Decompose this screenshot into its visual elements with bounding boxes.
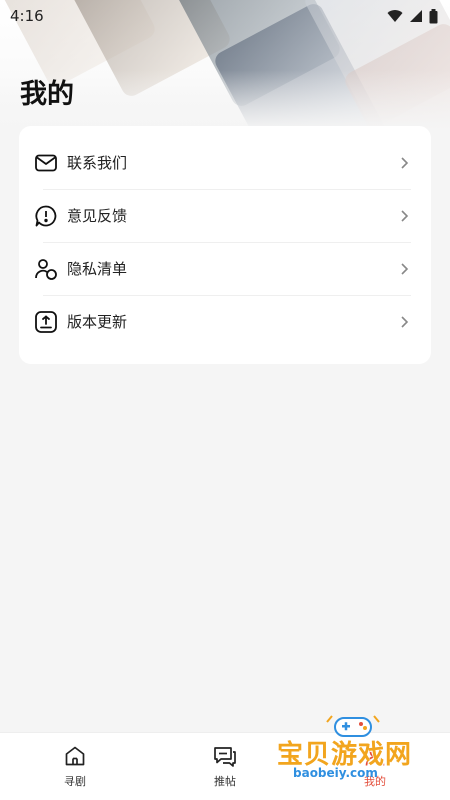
battery-icon [429,8,438,23]
chevron-right-icon [401,209,409,222]
chevron-right-icon [401,156,409,169]
tab-label: 寻剧 [64,774,86,788]
settings-menu-card: 联系我们 意见反馈 隐私清单 版本更新 [19,126,431,364]
status-bar: 4:16 [0,0,450,32]
status-icons [387,8,438,24]
status-time: 4:16 [10,7,44,25]
chevron-right-icon [401,262,409,275]
menu-item-label: 联系我们 [67,154,128,172]
posts-icon [214,746,236,767]
bottom-tab-bar: 寻剧 推帖 我的 [0,732,450,800]
menu-item-privacy[interactable]: 隐私清单 [33,242,411,295]
update-icon [33,309,59,335]
privacy-icon [33,256,59,282]
home-icon [65,746,85,765]
tab-label: 我的 [364,774,386,788]
tab-label: 推帖 [214,774,236,788]
menu-item-label: 版本更新 [67,313,128,331]
mail-icon [33,150,59,176]
menu-item-update[interactable]: 版本更新 [33,295,411,348]
menu-item-label: 意见反馈 [67,207,128,225]
tab-find-drama[interactable]: 寻剧 [0,733,150,800]
wifi-icon [387,10,403,22]
menu-item-contact[interactable]: 联系我们 [33,136,411,189]
signal-icon [410,10,422,22]
tab-posts[interactable]: 推帖 [150,733,300,800]
feedback-icon [33,203,59,229]
tab-mine[interactable]: 我的 [300,733,450,800]
profile-icon [365,746,385,766]
menu-item-label: 隐私清单 [67,260,128,278]
chevron-right-icon [401,315,409,328]
menu-item-feedback[interactable]: 意见反馈 [33,189,411,242]
page-title: 我的 [20,79,74,110]
